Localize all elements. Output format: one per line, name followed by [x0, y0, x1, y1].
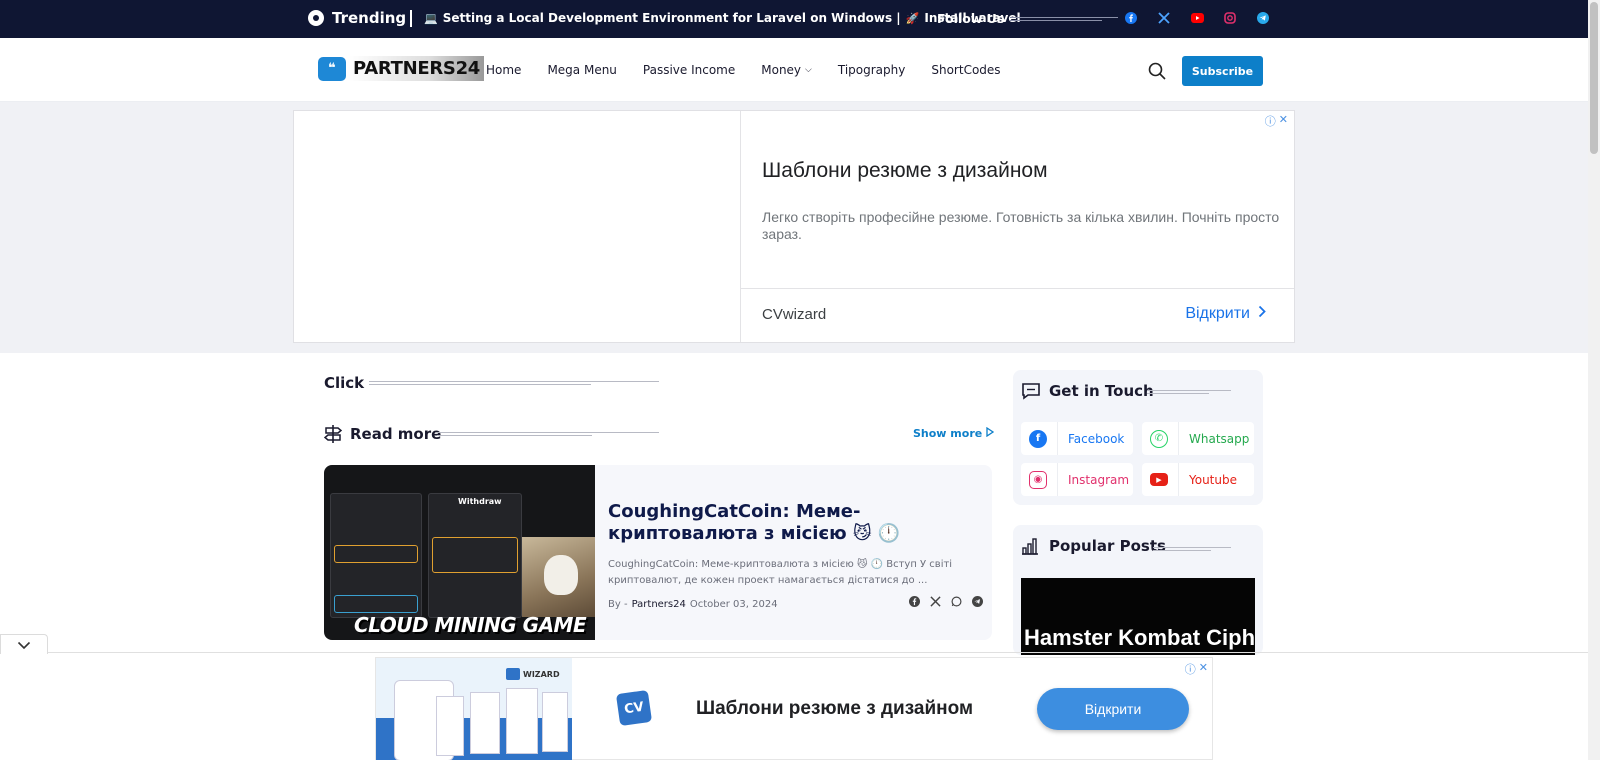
- social-grid: f Facebook ✆ Whatsapp ◉ Instagram ▶ Yout…: [1021, 422, 1254, 496]
- telegram-icon[interactable]: [1256, 11, 1270, 25]
- post-author[interactable]: Partners24: [632, 599, 686, 610]
- nav-tipography[interactable]: Tipography: [838, 63, 905, 77]
- adchoices-info-icon[interactable]: ⓘ: [1265, 113, 1276, 129]
- bar-chart-icon: [1021, 537, 1041, 555]
- x-icon[interactable]: [1157, 11, 1171, 25]
- ad-image: WIZARD: [376, 658, 572, 760]
- post-body: CoughingCatCoin: Меме-криптовалюта з міс…: [608, 501, 978, 610]
- chat-icon: [1021, 382, 1041, 400]
- divider: [0, 652, 1588, 653]
- ad-footer: CVwizard Відкрити: [741, 288, 1294, 342]
- decorative-lines: [369, 380, 659, 386]
- click-heading: Click: [324, 374, 365, 392]
- whatsapp-icon[interactable]: [950, 595, 962, 607]
- anchor-ad[interactable]: WIZARD CV Шаблони резюме з дизайном Відк…: [375, 657, 1213, 760]
- show-more-link[interactable]: Show more: [913, 426, 995, 440]
- cv-logo: CV: [615, 689, 653, 727]
- follow-us: Follow Us: [937, 11, 1119, 26]
- divider: [410, 10, 412, 27]
- post-title[interactable]: CoughingCatCoin: Меме-криптовалюта з міс…: [608, 501, 978, 545]
- post-excerpt: CoughingCatCoin: Меме-криптовалюта з міс…: [608, 559, 953, 586]
- display-ad[interactable]: ⓘ ✕ Шаблони резюме з дизайном Легко ство…: [293, 110, 1295, 343]
- instagram-icon: ◉: [1029, 470, 1047, 489]
- chevron-down-icon: ⌵: [805, 65, 812, 75]
- trending-dot-icon: [308, 10, 324, 26]
- site-logo[interactable]: ❝ PARTNERS24: [318, 56, 485, 81]
- facebook-icon[interactable]: [908, 595, 920, 607]
- decorative-lines: [437, 431, 659, 437]
- get-in-touch-widget: Get in Touch f Facebook ✆ Whatsapp ◉ Ins…: [1013, 370, 1263, 505]
- post-thumbnail[interactable]: Withdraw CLOUD MINING GAME: [324, 465, 595, 640]
- facebook-icon[interactable]: [1124, 11, 1138, 25]
- collapse-ad-button[interactable]: [0, 634, 48, 654]
- scrollbar-thumb[interactable]: [1590, 2, 1598, 154]
- instagram-link[interactable]: ◉ Instagram: [1021, 463, 1133, 496]
- widget-title: Popular Posts: [1021, 537, 1166, 555]
- nav-shortcodes[interactable]: ShortCodes: [931, 63, 1000, 77]
- post-date: October 03, 2024: [689, 599, 778, 610]
- telegram-icon[interactable]: [971, 595, 983, 607]
- ad-choices[interactable]: ⓘ ✕: [1185, 661, 1208, 677]
- whatsapp-link[interactable]: ✆ Whatsapp: [1142, 422, 1254, 455]
- popular-post-thumbnail[interactable]: Hamster Kombat Ciph: [1021, 578, 1255, 655]
- top-social-links: [1124, 11, 1270, 25]
- ad-choices[interactable]: ⓘ ✕: [1265, 113, 1288, 129]
- close-icon[interactable]: ✕: [1199, 661, 1208, 677]
- read-more-heading: Read more: [323, 424, 441, 444]
- nav-passive-income[interactable]: Passive Income: [643, 63, 735, 77]
- decorative-lines: [1010, 16, 1119, 22]
- facebook-icon: f: [1029, 429, 1047, 448]
- cat-image: [522, 537, 595, 617]
- popular-posts-widget: Popular Posts Hamster Kombat Ciph: [1013, 525, 1263, 655]
- youtube-icon: ▶: [1150, 473, 1168, 486]
- close-icon[interactable]: ✕: [1279, 113, 1288, 129]
- widget-title: Get in Touch: [1021, 382, 1154, 400]
- ad-title[interactable]: Шаблони резюме з дизайном: [762, 159, 1048, 183]
- nav-home[interactable]: Home: [486, 63, 521, 77]
- trending-bar: Trending 💻 Setting a Local Development E…: [0, 0, 1588, 38]
- scrollbar[interactable]: [1588, 0, 1600, 760]
- ad-brand: CVwizard: [762, 306, 827, 323]
- youtube-icon[interactable]: [1190, 11, 1204, 25]
- ad-brand-mark: WIZARD: [506, 668, 560, 680]
- chevron-down-icon: [17, 635, 31, 654]
- nav-money[interactable]: Money ⌵: [761, 63, 812, 77]
- adchoices-info-icon[interactable]: ⓘ: [1185, 661, 1196, 677]
- main-nav: Home Mega Menu Passive Income Money ⌵ Ti…: [486, 63, 1001, 77]
- nav-mega-menu[interactable]: Mega Menu: [547, 63, 616, 77]
- ad-open-button[interactable]: Відкрити: [1037, 688, 1189, 730]
- decorative-lines: [1153, 546, 1231, 552]
- play-triangle-icon: [986, 426, 995, 440]
- ad-title[interactable]: Шаблони резюме з дизайном: [696, 698, 973, 720]
- whatsapp-icon: ✆: [1150, 429, 1168, 448]
- top-ad-area: ⓘ ✕ Шаблони резюме з дизайном Легко ство…: [0, 102, 1588, 353]
- instagram-icon[interactable]: [1223, 11, 1237, 25]
- post-card[interactable]: Withdraw CLOUD MINING GAME CoughingCatCo…: [324, 465, 992, 640]
- ad-open-button[interactable]: Відкрити: [1185, 305, 1266, 323]
- quote-logo-icon: ❝: [318, 56, 346, 81]
- post-share-buttons: [908, 595, 983, 607]
- site-header: ❝ PARTNERS24 Home Mega Menu Passive Inco…: [0, 38, 1588, 102]
- trending-label: Trending: [308, 9, 406, 27]
- x-icon[interactable]: [929, 595, 941, 607]
- signpost-icon: [323, 424, 343, 444]
- ad-image-area: [294, 111, 741, 342]
- search-icon[interactable]: [1147, 61, 1167, 81]
- ad-description: Легко створіть професійне резюме. Готовн…: [762, 209, 1280, 242]
- subscribe-button[interactable]: Subscribe: [1182, 56, 1263, 86]
- trending-headline-link[interactable]: 💻 Setting a Local Development Environmen…: [424, 11, 1021, 25]
- youtube-link[interactable]: ▶ Youtube: [1142, 463, 1254, 496]
- facebook-link[interactable]: f Facebook: [1021, 422, 1133, 455]
- chevron-right-icon: [1258, 305, 1266, 323]
- decorative-lines: [1147, 389, 1231, 395]
